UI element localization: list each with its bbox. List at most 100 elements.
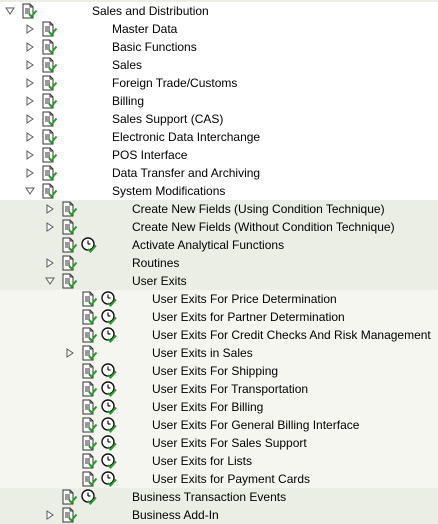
document-icon[interactable]	[80, 398, 98, 416]
execute-clock-icon[interactable]	[100, 326, 118, 344]
expand-arrow-right-icon[interactable]	[24, 146, 36, 164]
tree-node[interactable]: Foreign Trade/Customs	[0, 74, 438, 92]
tree-node[interactable]: User Exits For Credit Checks And Risk Ma…	[0, 326, 438, 344]
tree-node-label[interactable]: User Exits in Sales	[152, 344, 253, 362]
expand-arrow-right-icon[interactable]	[44, 254, 56, 272]
execute-clock-icon[interactable]	[100, 452, 118, 470]
tree-node[interactable]: User Exits for Payment Cards	[0, 470, 438, 488]
tree-node-label[interactable]: Sales	[112, 56, 142, 74]
tree-node-label[interactable]: User Exits for Partner Determination	[152, 308, 345, 326]
expand-arrow-right-icon[interactable]	[24, 74, 36, 92]
document-icon[interactable]	[40, 182, 58, 200]
execute-clock-icon[interactable]	[100, 362, 118, 380]
expand-arrow-right-icon[interactable]	[44, 218, 56, 236]
tree-node-label[interactable]: User Exits For Billing	[152, 398, 263, 416]
expand-arrow-right-icon[interactable]	[24, 110, 36, 128]
tree-node-label[interactable]: User Exits for Payment Cards	[152, 470, 310, 488]
document-icon[interactable]	[40, 38, 58, 56]
tree-node-label[interactable]: Sales and Distribution	[92, 2, 209, 20]
document-icon[interactable]	[60, 236, 78, 254]
document-icon[interactable]	[80, 290, 98, 308]
tree-node-label[interactable]: Activate Analytical Functions	[132, 236, 284, 254]
tree-node[interactable]: User Exits	[0, 272, 438, 290]
tree-node-label[interactable]: User Exits For Sales Support	[152, 434, 307, 452]
document-icon[interactable]	[80, 326, 98, 344]
document-icon[interactable]	[40, 110, 58, 128]
expand-arrow-right-icon[interactable]	[24, 38, 36, 56]
tree-node-label[interactable]: Routines	[132, 254, 179, 272]
execute-clock-icon[interactable]	[100, 380, 118, 398]
tree-node[interactable]: User Exits For Sales Support	[0, 434, 438, 452]
tree-node[interactable]: POS Interface	[0, 146, 438, 164]
document-icon[interactable]	[40, 20, 58, 38]
document-icon[interactable]	[80, 362, 98, 380]
document-icon[interactable]	[60, 200, 78, 218]
execute-clock-icon[interactable]	[100, 416, 118, 434]
document-icon[interactable]	[60, 488, 78, 506]
tree-node[interactable]: Data Transfer and Archiving	[0, 164, 438, 182]
document-icon[interactable]	[60, 506, 78, 524]
tree-node-label[interactable]: User Exits	[132, 272, 187, 290]
document-icon[interactable]	[80, 434, 98, 452]
tree-node[interactable]: Sales and Distribution	[0, 2, 438, 20]
expand-arrow-right-icon[interactable]	[24, 56, 36, 74]
document-icon[interactable]	[40, 74, 58, 92]
tree-node-label[interactable]: User Exits For Shipping	[152, 362, 278, 380]
tree-node-label[interactable]: Create New Fields (Without Condition Tec…	[132, 218, 395, 236]
tree-node-label[interactable]: Create New Fields (Using Condition Techn…	[132, 200, 385, 218]
execute-clock-icon[interactable]	[100, 308, 118, 326]
tree-node-label[interactable]: User Exits For Transportation	[152, 380, 308, 398]
document-icon[interactable]	[60, 218, 78, 236]
tree-node[interactable]: Create New Fields (Without Condition Tec…	[0, 218, 438, 236]
tree-node-label[interactable]: Basic Functions	[112, 38, 197, 56]
document-icon[interactable]	[80, 470, 98, 488]
tree-node-label[interactable]: User Exits For Price Determination	[152, 290, 337, 308]
tree-node[interactable]: Sales Support (CAS)	[0, 110, 438, 128]
document-icon[interactable]	[40, 92, 58, 110]
tree-node-label[interactable]: Foreign Trade/Customs	[112, 74, 237, 92]
tree-node[interactable]: System Modifications	[0, 182, 438, 200]
tree-node-label[interactable]: User Exits For Credit Checks And Risk Ma…	[152, 326, 431, 344]
tree-node-label[interactable]: Data Transfer and Archiving	[112, 164, 260, 182]
tree-node[interactable]: Electronic Data Interchange	[0, 128, 438, 146]
expand-arrow-down-icon[interactable]	[4, 2, 16, 20]
tree-node-label[interactable]: System Modifications	[112, 182, 225, 200]
expand-arrow-right-icon[interactable]	[44, 200, 56, 218]
tree-node[interactable]: Sales	[0, 56, 438, 74]
tree-node[interactable]: User Exits for Lists	[0, 452, 438, 470]
document-icon[interactable]	[40, 56, 58, 74]
tree-node-label[interactable]: Master Data	[112, 20, 177, 38]
execute-clock-icon[interactable]	[100, 434, 118, 452]
tree-node[interactable]: User Exits in Sales	[0, 344, 438, 362]
tree-node[interactable]: Billing	[0, 92, 438, 110]
document-icon[interactable]	[40, 146, 58, 164]
tree-node[interactable]: User Exits For Price Determination	[0, 290, 438, 308]
tree-node[interactable]: User Exits For Shipping	[0, 362, 438, 380]
tree-node-label[interactable]: Sales Support (CAS)	[112, 110, 223, 128]
tree-node[interactable]: User Exits For Transportation	[0, 380, 438, 398]
expand-arrow-right-icon[interactable]	[44, 506, 56, 524]
execute-clock-icon[interactable]	[100, 398, 118, 416]
document-icon[interactable]	[40, 164, 58, 182]
tree-node[interactable]: Create New Fields (Using Condition Techn…	[0, 200, 438, 218]
expand-arrow-down-icon[interactable]	[24, 182, 36, 200]
document-icon[interactable]	[80, 344, 98, 362]
tree-node-label[interactable]: Business Transaction Events	[132, 488, 286, 506]
expand-arrow-right-icon[interactable]	[64, 344, 76, 362]
document-icon[interactable]	[80, 452, 98, 470]
tree-node[interactable]: Business Add-In	[0, 506, 438, 524]
tree-node-label[interactable]: Business Add-In	[132, 506, 219, 524]
execute-clock-icon[interactable]	[100, 290, 118, 308]
tree-node[interactable]: User Exits for Partner Determination	[0, 308, 438, 326]
expand-arrow-right-icon[interactable]	[24, 164, 36, 182]
tree-node-label[interactable]: User Exits for Lists	[152, 452, 252, 470]
document-icon[interactable]	[80, 308, 98, 326]
tree-node[interactable]: User Exits For General Billing Interface	[0, 416, 438, 434]
tree-node[interactable]: Routines	[0, 254, 438, 272]
tree-node[interactable]: Master Data	[0, 20, 438, 38]
tree-node[interactable]: Business Transaction Events	[0, 488, 438, 506]
execute-clock-icon[interactable]	[100, 470, 118, 488]
document-icon[interactable]	[80, 416, 98, 434]
tree-node[interactable]: Basic Functions	[0, 38, 438, 56]
tree-node-label[interactable]: Billing	[112, 92, 144, 110]
